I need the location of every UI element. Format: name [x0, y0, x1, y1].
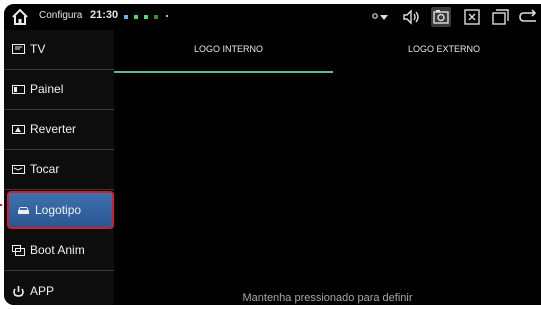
app-name: Configura	[39, 10, 83, 21]
sidebar: TV Painel Reverter Tocar Logotipo Boot A…	[4, 30, 114, 305]
sidebar-item-painel[interactable]: Painel	[4, 70, 114, 108]
notification-dot-icon	[124, 15, 128, 19]
tv-icon	[12, 43, 25, 55]
tab-logo-externo[interactable]: LOGO EXTERNO	[408, 44, 480, 54]
touch-icon	[12, 164, 25, 175]
recent-apps-icon[interactable]	[490, 7, 510, 27]
sidebar-item-app[interactable]: APP	[4, 272, 114, 305]
active-tab-indicator	[114, 71, 333, 73]
reverse-camera-icon	[12, 124, 25, 135]
callout-pointer	[0, 204, 2, 206]
location-wifi-icon	[370, 7, 390, 27]
sidebar-divider	[4, 189, 114, 190]
panel-icon	[12, 84, 25, 95]
status-time: 21:30	[90, 9, 119, 21]
status-bar: Configura 21:30	[4, 4, 541, 30]
sidebar-item-label: Reverter	[30, 122, 77, 136]
sidebar-item-reverter[interactable]: Reverter	[4, 110, 114, 148]
notification-dot-icon	[134, 15, 138, 19]
sidebar-item-label: APP	[30, 284, 55, 298]
device-frame: Configura 21:30 TV Painel Reverter Tocar…	[0, 0, 541, 309]
volume-icon[interactable]	[401, 7, 421, 27]
sidebar-item-logotipo[interactable]: Logotipo	[7, 191, 114, 229]
sidebar-item-tv[interactable]: TV	[4, 30, 114, 68]
notification-dot-icon	[144, 15, 148, 19]
tab-logo-interno[interactable]: LOGO INTERNO	[194, 44, 263, 54]
sidebar-item-label: Boot Anim	[30, 243, 85, 257]
sidebar-item-boot-anim[interactable]: Boot Anim	[4, 231, 114, 269]
sidebar-divider	[4, 270, 114, 271]
screen: Configura 21:30 TV Painel Reverter Tocar…	[4, 4, 541, 305]
sidebar-item-label: Painel	[30, 82, 64, 96]
back-icon[interactable]	[518, 7, 538, 27]
screenshot-icon[interactable]	[431, 7, 451, 27]
close-icon[interactable]	[462, 7, 482, 27]
car-logo-icon	[17, 205, 30, 216]
sidebar-item-label: Tocar	[30, 162, 60, 176]
home-icon[interactable]	[10, 7, 30, 27]
sidebar-item-label: Logotipo	[35, 203, 82, 217]
logo-settings-panel: LOGO INTERNO LOGO EXTERNO Mantenha press…	[114, 30, 541, 305]
app-icon	[12, 285, 25, 297]
notification-dot-icon	[154, 15, 158, 19]
hint-text: Mantenha pressionado para definir	[242, 292, 413, 304]
notification-dot-icon	[166, 15, 168, 17]
boot-animation-icon	[12, 244, 25, 256]
sidebar-item-label: TV	[30, 42, 46, 56]
sidebar-item-tocar[interactable]: Tocar	[4, 150, 114, 188]
